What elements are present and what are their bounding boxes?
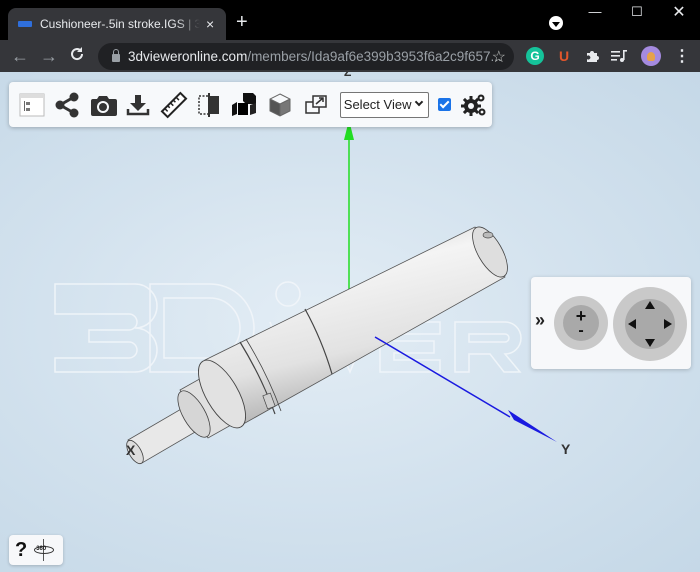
collapse-panel-icon[interactable]: » xyxy=(535,310,545,331)
settings-button[interactable] xyxy=(457,87,493,123)
x-axis-label: X xyxy=(126,442,136,458)
camera-icon xyxy=(90,95,117,116)
navigation-panel: » + - xyxy=(531,277,691,369)
download-icon xyxy=(127,94,150,115)
profile-avatar[interactable] xyxy=(641,46,661,66)
3d-viewer[interactable]: Y X Z Select View » + - ? 360 xyxy=(0,72,700,572)
site-favicon-icon xyxy=(18,21,32,27)
show-axes-checkbox[interactable] xyxy=(437,98,451,111)
y-axis-line xyxy=(374,336,511,418)
reload-button[interactable] xyxy=(66,46,88,66)
popout-button[interactable] xyxy=(298,87,334,123)
help-button[interactable]: ? xyxy=(15,539,27,562)
chevron-down-icon xyxy=(414,97,423,106)
popout-window-icon xyxy=(305,94,327,114)
browser-toolbar: ← → 3dvieweronline.com/members/Ida9af6e3… xyxy=(0,40,700,72)
share-icon xyxy=(55,92,79,117)
model-tree-button[interactable] xyxy=(14,87,50,123)
bookmark-star-icon[interactable]: ☆ xyxy=(492,47,506,67)
rotate-360-label: 360 xyxy=(36,546,47,552)
reload-icon xyxy=(71,47,84,61)
zoom-control: + - xyxy=(554,296,608,350)
browser-menu-icon[interactable]: ⋮ xyxy=(673,47,691,65)
viewer-toolbar: Select View xyxy=(9,82,492,127)
cube-icon xyxy=(269,92,291,117)
maximize-button[interactable]: ☐ xyxy=(622,4,652,20)
y-axis-arrow xyxy=(508,410,557,442)
tab-search-icon[interactable] xyxy=(549,16,563,30)
tab-close-icon[interactable]: × xyxy=(206,16,214,32)
new-tab-button[interactable]: + xyxy=(236,12,248,32)
pan-left-button[interactable] xyxy=(628,319,636,329)
zoom-out-button[interactable]: - xyxy=(563,322,599,340)
section-plane-icon xyxy=(198,92,220,117)
pan-up-button[interactable] xyxy=(645,301,655,309)
model-tree-icon xyxy=(19,93,45,116)
select-view-dropdown[interactable]: Select View xyxy=(339,91,429,118)
y-axis-label: Y xyxy=(561,441,571,457)
minimize-button[interactable]: — xyxy=(580,4,610,19)
browser-tab[interactable]: Cushioneer-.5in stroke.IGS | 3D Viewer O… xyxy=(8,8,226,40)
gears-icon xyxy=(461,94,486,116)
browser-titlebar: Cushioneer-.5in stroke.IGS | 3D Viewer O… xyxy=(0,0,700,40)
ruler-icon xyxy=(160,91,188,118)
pan-control xyxy=(613,287,687,361)
share-button[interactable] xyxy=(50,87,86,123)
pan-right-button[interactable] xyxy=(664,319,672,329)
extensions-puzzle-icon[interactable] xyxy=(583,47,601,65)
pan-down-button[interactable] xyxy=(645,339,655,347)
close-window-button[interactable]: ✕ xyxy=(664,2,694,22)
measure-button[interactable] xyxy=(156,87,192,123)
zoom-control-inner: + - xyxy=(563,305,599,341)
forward-button[interactable]: → xyxy=(38,46,60,66)
help-panel: ? 360 xyxy=(9,535,63,565)
tab-title: Cushioneer-.5in stroke.IGS | 3D Viewer O… xyxy=(40,17,200,31)
explode-cubes-icon xyxy=(231,92,256,116)
section-button[interactable] xyxy=(192,87,228,123)
url-text[interactable]: 3dvieweronline.com/members/Ida9af6e399b3… xyxy=(128,49,502,64)
lock-icon[interactable] xyxy=(112,49,120,62)
rotate-360-button[interactable]: 360 xyxy=(33,539,55,561)
back-button[interactable]: ← xyxy=(9,46,31,66)
render-mode-button[interactable] xyxy=(263,87,299,123)
z-axis-label: Z xyxy=(344,72,351,79)
download-button[interactable] xyxy=(121,87,157,123)
media-control-icon[interactable] xyxy=(610,47,628,65)
select-view-value: Select View xyxy=(343,97,412,112)
ublock-extension-icon[interactable]: U xyxy=(555,47,573,65)
explode-button[interactable] xyxy=(227,87,263,123)
address-bar[interactable]: 3dvieweronline.com/members/Ida9af6e399b3… xyxy=(98,43,514,70)
grammarly-extension-icon[interactable]: G xyxy=(526,47,544,65)
screenshot-button[interactable] xyxy=(85,87,121,123)
pan-control-inner xyxy=(625,299,675,349)
